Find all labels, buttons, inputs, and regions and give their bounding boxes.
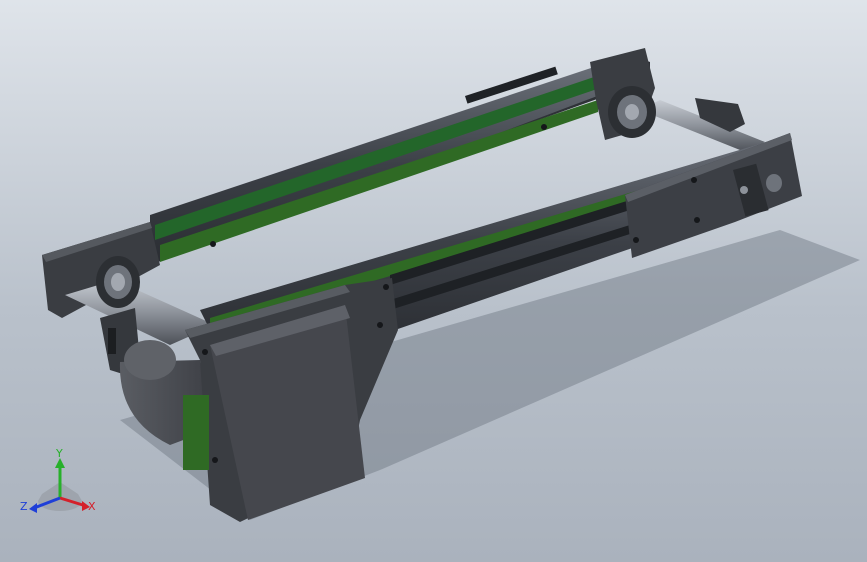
orientation-triad[interactable]: Y X Z	[18, 446, 98, 518]
z-axis-arrow	[29, 503, 37, 513]
y-axis-label: Y	[55, 447, 63, 460]
x-axis-label: X	[88, 500, 96, 513]
z-axis-label: Z	[20, 500, 28, 513]
conveyor-model[interactable]	[0, 0, 867, 562]
cad-viewport[interactable]: Y X Z	[0, 0, 867, 562]
